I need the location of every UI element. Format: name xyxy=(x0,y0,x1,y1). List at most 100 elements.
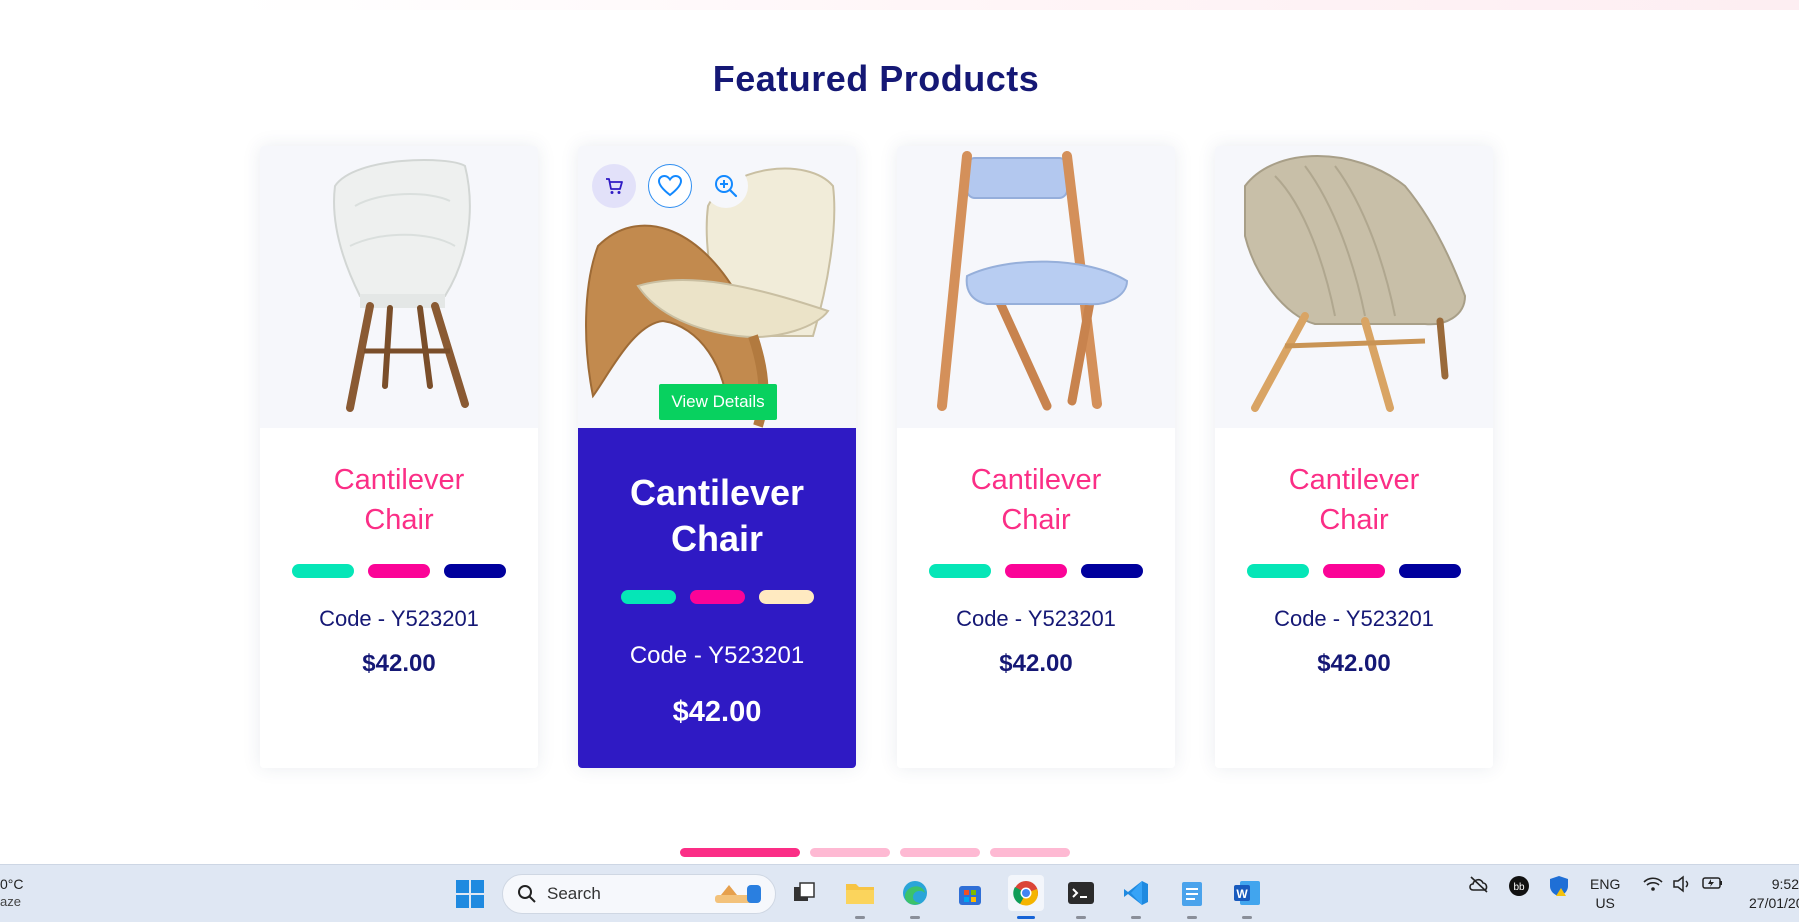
product-price: $42.00 xyxy=(362,650,436,677)
product-name[interactable]: Cantilever Chair xyxy=(897,460,1175,540)
color-swatches xyxy=(897,564,1175,578)
swatch-cream[interactable] xyxy=(758,590,814,604)
wifi-icon xyxy=(1643,877,1663,891)
carousel-dot-1[interactable] xyxy=(680,848,800,857)
swatch-pink[interactable] xyxy=(1323,564,1385,578)
taskbar-task-view[interactable] xyxy=(786,875,822,911)
taskbar-terminal[interactable] xyxy=(1063,875,1099,919)
swatch-teal[interactable] xyxy=(929,564,991,578)
cloud-off-icon xyxy=(1469,876,1488,893)
terminal-icon xyxy=(1068,882,1094,904)
product-card[interactable]: Cantilever Chair Code - Y523201 $42.00 xyxy=(897,146,1175,768)
product-name[interactable]: Cantilever Chair xyxy=(260,460,538,540)
weather-widget[interactable]: 0°C aze xyxy=(0,875,24,911)
product-image[interactable] xyxy=(260,146,538,428)
swatch-teal[interactable] xyxy=(620,590,676,604)
wifi-tray-icon[interactable] xyxy=(1642,875,1664,896)
battery-charging-icon xyxy=(1702,877,1722,889)
volume-tray-icon[interactable] xyxy=(1672,875,1692,896)
security-tray-icon[interactable] xyxy=(1548,875,1570,900)
lang-region: US xyxy=(1595,895,1615,911)
carousel-dot-3[interactable] xyxy=(900,848,980,857)
circle-badge-icon: bb xyxy=(1509,876,1529,896)
product-card[interactable]: Cantilever Chair Code - Y523201 $42.00 xyxy=(260,146,538,768)
taskbar-search[interactable]: Search xyxy=(502,874,776,914)
product-card-active[interactable]: View Details Cantilever Chair Code - Y52… xyxy=(578,146,856,768)
product-info: Cantilever Chair Code - Y523201 $42.00 xyxy=(260,428,538,768)
word-icon: W xyxy=(1234,881,1260,905)
product-name[interactable]: Cantilever Chair xyxy=(1215,460,1493,540)
product-price: $42.00 xyxy=(1317,650,1391,677)
speaker-icon xyxy=(1673,875,1689,893)
folder-icon xyxy=(846,884,874,904)
taskbar-notepad[interactable] xyxy=(1174,875,1210,919)
zoom-in-icon xyxy=(715,175,738,198)
lounge-chair-image xyxy=(1244,155,1467,412)
swatch-pink[interactable] xyxy=(689,590,745,604)
vscode-icon xyxy=(1124,881,1148,905)
product-name[interactable]: Cantilever Chair xyxy=(578,470,856,562)
weather-temp: 0°C xyxy=(0,876,24,892)
folding-chair-image xyxy=(937,151,1129,411)
swatch-teal[interactable] xyxy=(292,564,354,578)
clock-date: 27/01/20 xyxy=(1749,895,1799,911)
chrome-icon xyxy=(1013,881,1038,906)
taskbar-file-explorer[interactable] xyxy=(842,875,878,919)
taskbar: 0°C aze Search W bb ENG US 9:52 27/01/20 xyxy=(0,864,1799,922)
swatch-navy[interactable] xyxy=(444,564,506,578)
color-swatches xyxy=(260,564,538,578)
wishlist-button[interactable] xyxy=(648,164,692,208)
section-title: Featured Products xyxy=(712,58,1040,99)
onedrive-tray-icon[interactable] xyxy=(1468,875,1490,896)
product-info: Cantilever Chair Code - Y523201 $42.00 xyxy=(578,428,856,768)
running-indicator xyxy=(855,916,865,919)
product-image[interactable]: View Details xyxy=(578,146,856,428)
taskbar-chrome[interactable] xyxy=(1008,875,1044,919)
notepad-icon xyxy=(1182,882,1202,906)
carousel-dot-4[interactable] xyxy=(990,848,1070,857)
heart-icon xyxy=(657,174,683,197)
product-image[interactable] xyxy=(897,146,1175,428)
product-image[interactable] xyxy=(1215,146,1493,428)
cart-icon xyxy=(606,178,623,194)
product-code: Code - Y523201 xyxy=(956,606,1116,631)
taskbar-word[interactable]: W xyxy=(1229,875,1265,919)
carousel-indicator xyxy=(680,848,1070,857)
start-button[interactable] xyxy=(455,879,485,909)
swatch-pink[interactable] xyxy=(368,564,430,578)
product-price: $42.00 xyxy=(672,696,762,728)
view-details-button[interactable]: View Details xyxy=(659,384,777,420)
search-icon xyxy=(518,885,536,903)
product-code: Code - Y523201 xyxy=(319,606,479,631)
carousel-dot-2[interactable] xyxy=(810,848,890,857)
windows-icon xyxy=(456,880,484,908)
language-indicator[interactable]: ENG US xyxy=(1590,875,1620,913)
white-shell-chair-image xyxy=(333,159,471,412)
running-indicator xyxy=(1076,916,1086,919)
running-indicator xyxy=(1187,916,1197,919)
app-tray-icon[interactable]: bb xyxy=(1508,875,1530,900)
product-card[interactable]: Cantilever Chair Code - Y523201 $42.00 xyxy=(1215,146,1493,768)
product-info: Cantilever Chair Code - Y523201 $42.00 xyxy=(897,428,1175,768)
swatch-navy[interactable] xyxy=(1081,564,1143,578)
lang-code: ENG xyxy=(1590,876,1621,892)
edge-icon xyxy=(903,881,927,905)
color-swatches xyxy=(1215,564,1493,578)
zoom-button[interactable] xyxy=(704,164,748,208)
page: Featured Products Cantilever Chair Code … xyxy=(0,0,1799,922)
search-placeholder: Search xyxy=(547,884,601,903)
battery-tray-icon[interactable] xyxy=(1702,875,1724,894)
product-actions xyxy=(592,164,748,208)
clock[interactable]: 9:52 27/01/20 xyxy=(1749,875,1799,913)
swatch-pink[interactable] xyxy=(1005,564,1067,578)
swatch-navy[interactable] xyxy=(1399,564,1461,578)
top-strip xyxy=(230,0,1799,10)
weather-desc: aze xyxy=(0,894,21,909)
add-to-cart-button[interactable] xyxy=(592,164,636,208)
running-indicator xyxy=(1242,916,1252,919)
taskbar-vscode[interactable] xyxy=(1118,875,1154,919)
swatch-teal[interactable] xyxy=(1247,564,1309,578)
task-view-icon xyxy=(794,882,815,901)
taskbar-edge[interactable] xyxy=(897,875,933,919)
taskbar-store[interactable] xyxy=(952,875,988,911)
